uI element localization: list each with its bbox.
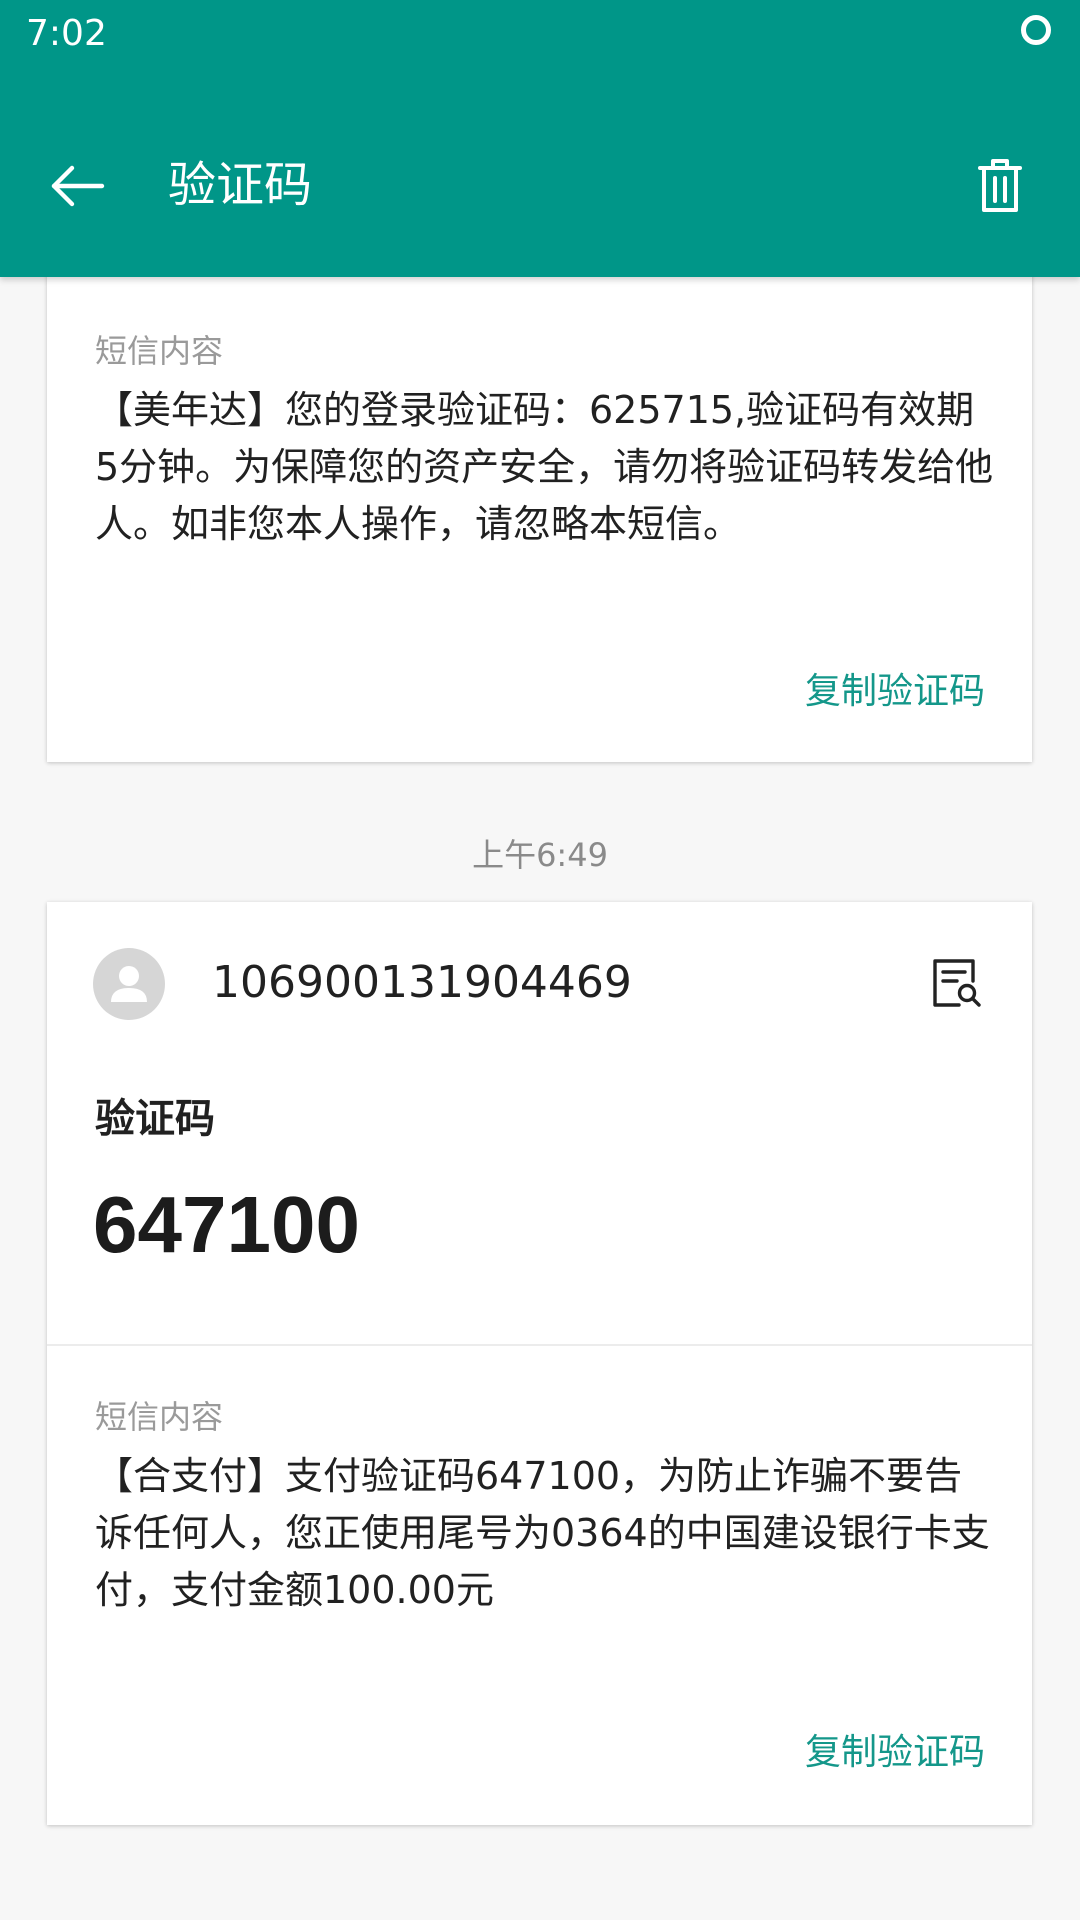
sms-body: 【合支付】支付验证码647100，为防止诈骗不要告诉任何人，您正使用尾号为036… [95,1454,990,1612]
copy-code-button[interactable]: 复制验证码 [805,1729,985,1777]
sms-body: 【美年达】您的登录验证码：625715,验证码有效期5分钟。为保障您的资产安全，… [95,388,994,546]
back-button[interactable] [44,152,112,220]
message-card: 短信内容 【美年达】您的登录验证码：625715,验证码有效期5分钟。为保障您的… [47,260,1032,762]
delete-button[interactable] [966,152,1034,220]
verification-code: 647100 [93,1180,360,1269]
sync-ring-icon [1019,13,1053,47]
message-card: 106900131904469 验证码 647100 短信内容 【合支付】支付验… [47,902,1032,1825]
app-bar: 7:02 验证码 [0,0,1080,277]
trash-icon [978,158,1022,214]
page-title: 验证码 [168,157,313,213]
copy-code-button[interactable]: 复制验证码 [805,668,985,716]
sms-content-label: 短信内容 [95,332,224,370]
sms-content-label: 短信内容 [95,1398,224,1436]
code-title: 验证码 [95,1096,215,1142]
status-time: 7:02 [26,13,107,54]
message-time: 上午6:49 [472,836,608,874]
sender-number: 106900131904469 [212,957,632,1008]
person-avatar-icon [93,948,165,1020]
arrow-back-icon [50,164,106,208]
document-search-icon[interactable] [922,948,992,1018]
card-divider [47,1344,1032,1346]
